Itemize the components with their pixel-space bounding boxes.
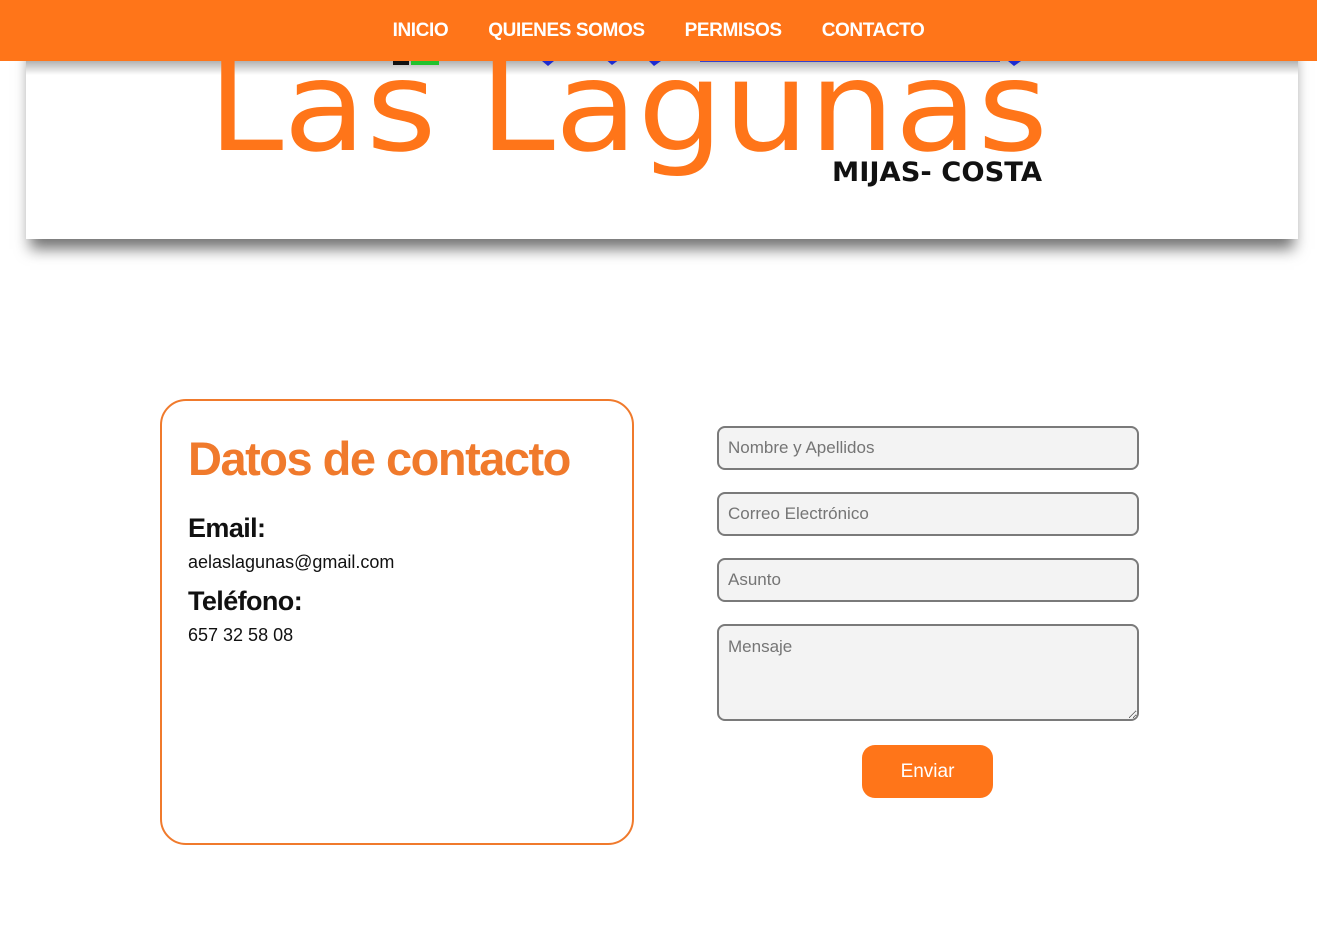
nav-item-contacto[interactable]: CONTACTO [822,20,925,42]
contact-card: Datos de contacto Email: aelaslagunas@gm… [160,399,634,845]
phone-label: Teléfono: [188,586,303,616]
subject-input[interactable] [717,558,1139,602]
logo-subtitle: MIJAS- COSTA [832,157,1042,188]
email-label: Email: [188,513,266,543]
nav-item-inicio[interactable]: INICIO [393,20,449,42]
submit-button[interactable]: Enviar [862,745,993,798]
email-input[interactable] [717,492,1139,536]
message-textarea[interactable] [717,624,1139,721]
nav-item-permisos[interactable]: PERMISOS [685,20,783,42]
main-nav: INICIO QUIENES SOMOS PERMISOS CONTACTO [0,0,1317,61]
email-value: aelaslagunas@gmail.com [188,552,395,572]
page: INICIO QUIENES SOMOS PERMISOS CONTACTO L… [0,0,1317,930]
phone-value: 657 32 58 08 [188,625,294,645]
nav-item-quienes-somos[interactable]: QUIENES SOMOS [488,20,645,42]
name-input[interactable] [717,426,1139,470]
card-title: Datos de contacto [188,432,571,485]
